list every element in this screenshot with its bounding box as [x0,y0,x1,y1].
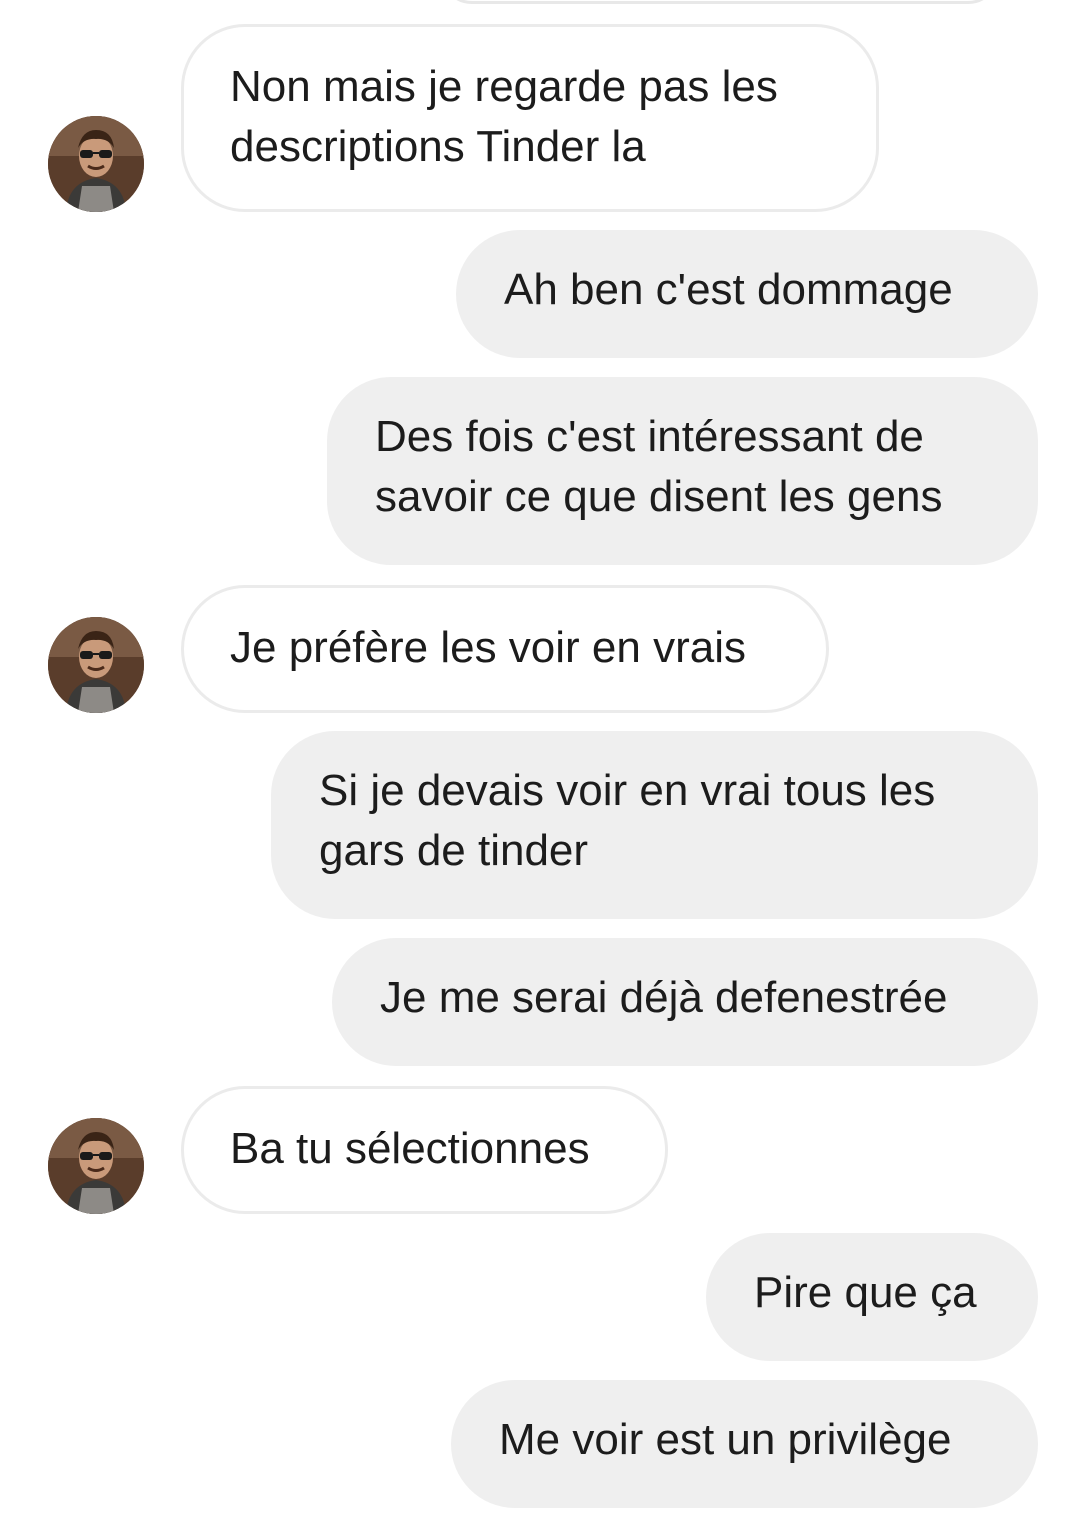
message-bubble-outgoing[interactable]: Des fois c'est intéressant de savoir ce … [327,377,1038,565]
message-bubble-outgoing[interactable]: Me voir est un privilège [451,1380,1038,1508]
avatar-photo-icon [48,1118,144,1214]
contact-avatar[interactable] [48,1118,144,1214]
message-bubble-outgoing[interactable]: Je me serai déjà defenestrée [332,938,1038,1066]
message-bubble-outgoing[interactable]: Si je devais voir en vrai tous les gars … [271,731,1038,919]
contact-avatar[interactable] [48,617,144,713]
contact-avatar[interactable] [48,116,144,212]
message-bubble-incoming[interactable]: Je préfère les voir en vrais [181,585,829,713]
message-bubble-incoming[interactable]: Ba tu sélectionnes [181,1086,668,1214]
previous-message-bubble-edge [440,0,1000,4]
avatar-photo-icon [48,617,144,713]
avatar-photo-icon [48,116,144,212]
message-bubble-incoming[interactable]: Non mais je regarde pas les descriptions… [181,24,879,212]
message-bubble-outgoing[interactable]: Ah ben c'est dommage [456,230,1038,358]
message-bubble-outgoing[interactable]: Pire que ça [706,1233,1038,1361]
